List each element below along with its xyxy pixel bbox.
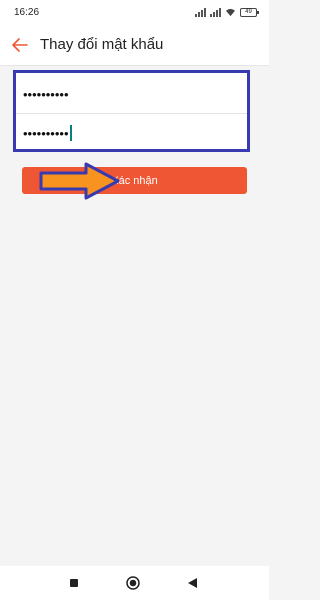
app-header: Thay đổi mật khẩu	[0, 24, 269, 66]
new-password-field[interactable]: ••••••••••	[16, 114, 247, 152]
status-icons: 49	[195, 7, 259, 17]
text-caret	[69, 125, 72, 141]
battery-icon: 49	[240, 7, 259, 17]
back-button[interactable]	[2, 24, 38, 66]
current-password-field[interactable]: ••••••••••	[16, 76, 247, 114]
current-password-value: ••••••••••	[23, 87, 69, 102]
confirm-button[interactable]: Xác nhận	[22, 167, 247, 194]
back-triangle-icon	[187, 578, 197, 588]
home-icon	[126, 576, 140, 590]
status-bar: 16:26 49	[0, 0, 269, 24]
page-title: Thay đổi mật khẩu	[40, 36, 164, 53]
back-nav-button[interactable]	[180, 571, 204, 595]
arrow-left-icon	[12, 37, 28, 52]
password-form: •••••••••• ••••••••••	[13, 70, 250, 152]
new-password-value: ••••••••••	[23, 125, 69, 141]
home-button[interactable]	[121, 571, 145, 595]
signal-icon	[195, 7, 206, 17]
system-nav-bar	[0, 566, 269, 600]
recent-apps-button[interactable]	[62, 571, 86, 595]
signal-icon-2	[210, 7, 221, 17]
recent-apps-icon	[70, 579, 78, 587]
wifi-icon	[226, 8, 235, 16]
confirm-button-label: Xác nhận	[111, 174, 158, 187]
status-time: 16:26	[14, 6, 40, 18]
